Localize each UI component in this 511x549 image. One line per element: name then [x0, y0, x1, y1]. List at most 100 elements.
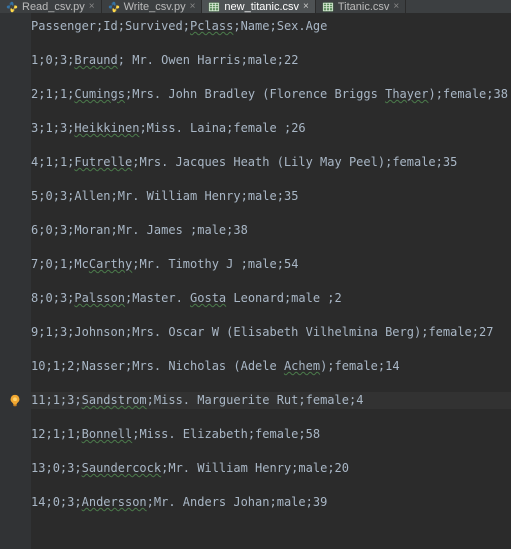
typo-highlight: Palsson [74, 291, 125, 305]
text-segment: ; [53, 223, 60, 237]
text-segment: ; [269, 19, 276, 33]
text-segment: female [233, 121, 284, 135]
text-segment: ; [183, 19, 190, 33]
text-segment: 2 [335, 291, 342, 305]
csv-line[interactable]: 8;0;3;Palsson;Master. Gosta Leonard;male… [31, 290, 511, 307]
tab-label: Write_csv.py [124, 1, 186, 13]
text-segment: male [248, 53, 277, 67]
text-segment: 13 [31, 461, 45, 475]
text-segment: Mr. William Henry [168, 461, 291, 475]
text-segment: ; [74, 393, 81, 407]
text-segment: Mr. Owen Harris [125, 53, 241, 67]
close-icon[interactable]: × [190, 2, 196, 12]
text-segment: ; [45, 393, 52, 407]
typo-highlight: Gosta [190, 291, 226, 305]
csv-line[interactable]: 14;0;3;Andersson;Mr. Anders Johan;male;3… [31, 494, 511, 511]
csv-line[interactable]: 7;0;1;McCarthy;Mr. Timothy J ;male;54 [31, 256, 511, 273]
text-segment: ; [327, 359, 334, 373]
typo-highlight: Bonnell [82, 427, 133, 441]
text-segment: Moran [74, 223, 110, 237]
text-segment: 0 [53, 461, 60, 475]
text-segment: 1 [45, 121, 52, 135]
editor-tab[interactable]: Write_csv.py × [102, 0, 203, 13]
text-segment: ; [306, 495, 313, 509]
editor-tab[interactable]: Titanic.csv× [316, 0, 406, 13]
text-segment: 22 [284, 53, 298, 67]
text-segment: ; [118, 19, 125, 33]
csv-line[interactable]: 11;1;3;Sandstrom;Miss. Marguerite Rut;fe… [31, 392, 511, 409]
text-segment: ; [486, 87, 493, 101]
text-segment: Johnson [74, 325, 125, 339]
csv-line[interactable]: Passenger;Id;Survived;Pclass;Name;Sex.Ag… [31, 18, 511, 35]
text-segment: Name [241, 19, 270, 33]
text-segment: 1 [45, 155, 52, 169]
text-segment: Mr. James [118, 223, 190, 237]
text-segment: male [298, 461, 327, 475]
csv-line[interactable]: 2;1;1;Cumings;Mrs. John Bradley (Florenc… [31, 86, 511, 103]
csv-line[interactable]: 9;1;3;Johnson;Mrs. Oscar W (Elisabeth Vi… [31, 324, 511, 341]
csv-line[interactable]: 1;0;3;Braund; Mr. Owen Harris;male;22 [31, 52, 511, 69]
text-segment: ; [53, 189, 60, 203]
text-segment: Mrs. Oscar W (Elisabeth Vilhelmina Berg) [132, 325, 421, 339]
intention-bulb-icon[interactable] [7, 392, 23, 409]
text-segment: 1 [53, 393, 60, 407]
text-segment: 14 [385, 359, 399, 373]
text-segment: Miss. Marguerite Rut [154, 393, 299, 407]
text-segment: 35 [443, 155, 457, 169]
csv-line[interactable]: 5;0;3;Allen;Mr. William Henry;male;35 [31, 188, 511, 205]
text-segment: 0 [53, 495, 60, 509]
text-segment: ; [74, 495, 81, 509]
text-segment: Passenger [31, 19, 96, 33]
text-segment: 14 [31, 495, 45, 509]
text-segment: Nasser [82, 359, 125, 373]
typo-highlight: Carthy [89, 257, 132, 271]
blank-line [31, 273, 511, 290]
text-segment: male [248, 257, 277, 271]
text-segment: ; [74, 427, 81, 441]
text-segment: ; [241, 257, 248, 271]
csv-line[interactable]: 3;1;3;Heikkinen;Miss. Laina;female ;26 [31, 120, 511, 137]
text-segment: ; [277, 257, 284, 271]
text-segment: ; [45, 495, 52, 509]
text-segment: Mc [74, 257, 88, 271]
csv-line[interactable]: 4;1;1;Futrelle;Mrs. Jacques Heath (Lily … [31, 154, 511, 171]
typo-highlight: Braund [74, 53, 117, 67]
text-segment: ; [277, 53, 284, 67]
text-segment: 0 [45, 223, 52, 237]
text-segment: ; [45, 359, 52, 373]
python-file-icon [6, 1, 18, 13]
text-segment: 26 [291, 121, 305, 135]
editor-content[interactable]: Passenger;Id;Survived;Pclass;Name;Sex.Ag… [31, 13, 511, 549]
text-segment: ; [111, 189, 118, 203]
text-segment: ) [428, 87, 435, 101]
text-segment: Master. [132, 291, 190, 305]
text-segment: ; [241, 189, 248, 203]
text-segment: ; [45, 427, 52, 441]
text-segment: female [443, 87, 486, 101]
csv-line[interactable]: 12;1;1;Bonnell;Miss. Elizabeth;female;58 [31, 426, 511, 443]
text-segment: Mrs. Nicholas (Adele [132, 359, 284, 373]
tab-label: Read_csv.py [22, 1, 85, 13]
csv-line[interactable]: 10;1;2;Nasser;Mrs. Nicholas (Adele Achem… [31, 358, 511, 375]
editor-tab[interactable]: Read_csv.py × [0, 0, 102, 13]
csv-line[interactable]: 13;0;3;Saundercock;Mr. William Henry;mal… [31, 460, 511, 477]
text-segment: ; [74, 461, 81, 475]
close-icon[interactable]: × [303, 2, 309, 12]
text-segment: ; [139, 121, 146, 135]
editor-tab[interactable]: new_titanic.csv× [202, 0, 315, 13]
csv-line[interactable]: 6;0;3;Moran;Mr. James ;male;38 [31, 222, 511, 239]
editor-tabbar: Read_csv.py×Write_csv.py×new_titanic.csv… [0, 0, 511, 13]
text-segment: 1 [53, 359, 60, 373]
text-segment: 39 [313, 495, 327, 509]
close-icon[interactable]: × [89, 2, 95, 12]
typo-highlight: Cumings [74, 87, 125, 101]
editor-area[interactable]: Passenger;Id;Survived;Pclass;Name;Sex.Ag… [0, 13, 511, 549]
text-segment: ; [53, 325, 60, 339]
text-segment: 35 [284, 189, 298, 203]
blank-line [31, 409, 511, 426]
text-segment: ; [248, 427, 255, 441]
text-segment: male [291, 291, 327, 305]
close-icon[interactable]: × [393, 2, 399, 12]
text-segment: female [306, 393, 349, 407]
text-segment: ; [327, 291, 334, 305]
